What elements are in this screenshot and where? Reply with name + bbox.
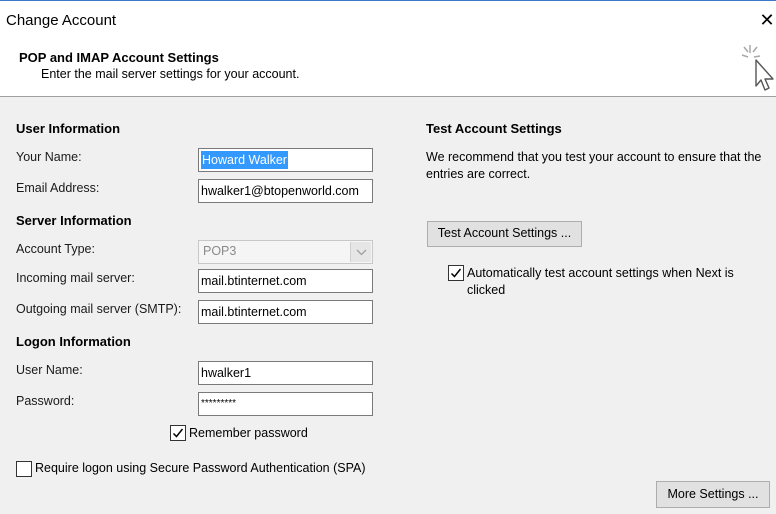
header-title: POP and IMAP Account Settings	[19, 50, 219, 65]
password-label: Password:	[16, 394, 75, 408]
dialog-header: POP and IMAP Account Settings Enter the …	[0, 33, 776, 97]
auto-test-checkbox[interactable]	[448, 265, 464, 281]
chevron-down-icon	[350, 242, 371, 262]
test-account-settings-button[interactable]: Test Account Settings ...	[427, 221, 582, 247]
header-subtitle: Enter the mail server settings for your …	[41, 67, 300, 81]
checkmark-icon	[172, 428, 184, 438]
change-account-dialog: Change Account ✕ POP and IMAP Account Se…	[0, 0, 776, 514]
title-bar: Change Account ✕	[0, 1, 776, 33]
cursor-click-icon	[741, 45, 774, 91]
user-name-input[interactable]: hwalker1	[198, 361, 373, 385]
remember-password-checkbox[interactable]	[170, 425, 186, 441]
your-name-value: Howard Walker	[201, 151, 288, 169]
account-type-label: Account Type:	[16, 242, 95, 256]
logon-information-heading: Logon Information	[16, 334, 131, 349]
password-input[interactable]: *********	[198, 392, 373, 416]
test-account-settings-heading: Test Account Settings	[426, 121, 562, 136]
close-icon[interactable]: ✕	[758, 11, 776, 31]
server-information-heading: Server Information	[16, 213, 132, 228]
user-name-label: User Name:	[16, 363, 83, 377]
account-type-select: POP3	[198, 240, 373, 264]
incoming-server-input[interactable]: mail.btinternet.com	[198, 269, 373, 293]
your-name-label: Your Name:	[16, 150, 82, 164]
more-settings-button[interactable]: More Settings ...	[656, 481, 770, 508]
remember-password-label: Remember password	[189, 426, 308, 440]
user-information-heading: User Information	[16, 121, 121, 136]
email-address-value: hwalker1@btopenworld.com	[201, 184, 359, 198]
incoming-server-value: mail.btinternet.com	[201, 274, 307, 288]
password-value: *********	[201, 398, 237, 409]
checkmark-icon	[450, 268, 462, 278]
outgoing-server-value: mail.btinternet.com	[201, 305, 307, 319]
email-address-input[interactable]: hwalker1@btopenworld.com	[198, 179, 373, 203]
auto-test-label: Automatically test account settings when…	[467, 266, 734, 297]
outgoing-server-input[interactable]: mail.btinternet.com	[198, 300, 373, 324]
email-address-label: Email Address:	[16, 181, 100, 195]
user-name-value: hwalker1	[201, 366, 252, 380]
your-name-input[interactable]: Howard Walker	[198, 148, 373, 172]
spa-label: Require logon using Secure Password Auth…	[35, 461, 366, 475]
incoming-server-label: Incoming mail server:	[16, 271, 135, 285]
window-title: Change Account	[6, 12, 117, 29]
account-type-value: POP3	[203, 244, 237, 258]
outgoing-server-label: Outgoing mail server (SMTP):	[16, 302, 182, 316]
test-account-description: We recommend that you test your account …	[426, 150, 762, 181]
spa-checkbox[interactable]	[16, 461, 32, 477]
